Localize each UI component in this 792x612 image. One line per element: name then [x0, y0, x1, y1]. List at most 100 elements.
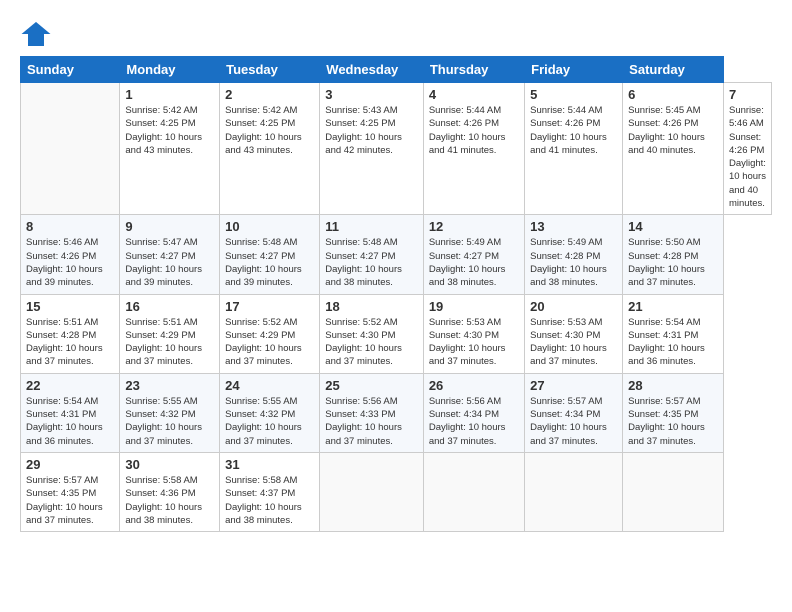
calendar-cell: [525, 452, 623, 531]
column-header-saturday: Saturday: [623, 57, 724, 83]
day-number: 4: [429, 87, 519, 102]
calendar-cell: 23 Sunrise: 5:55 AM Sunset: 4:32 PM Dayli…: [120, 373, 220, 452]
calendar-cell: 8Sunrise: 5:46 AM Sunset: 4:26 PM Daylig…: [21, 215, 120, 294]
column-header-thursday: Thursday: [423, 57, 524, 83]
day-number: 27: [530, 378, 617, 393]
calendar-week-row: 1 Sunrise: 5:42 AM Sunset: 4:25 PM Daylig…: [21, 83, 772, 215]
day-info: Sunrise: 5:54 AM Sunset: 4:31 PM Dayligh…: [26, 395, 114, 448]
day-number: 23: [125, 378, 214, 393]
day-info: Sunrise: 5:44 AM Sunset: 4:26 PM Dayligh…: [530, 104, 617, 157]
calendar-cell: [623, 452, 724, 531]
calendar-cell: 24 Sunrise: 5:55 AM Sunset: 4:32 PM Dayli…: [220, 373, 320, 452]
day-number: 19: [429, 299, 519, 314]
day-info: Sunrise: 5:44 AM Sunset: 4:26 PM Dayligh…: [429, 104, 519, 157]
day-number: 5: [530, 87, 617, 102]
day-number: 28: [628, 378, 718, 393]
day-info: Sunrise: 5:56 AM Sunset: 4:34 PM Dayligh…: [429, 395, 519, 448]
calendar-cell: 29 Sunrise: 5:57 AM Sunset: 4:35 PM Dayli…: [21, 452, 120, 531]
day-info: Sunrise: 5:42 AM Sunset: 4:25 PM Dayligh…: [225, 104, 314, 157]
calendar-cell: [320, 452, 424, 531]
column-header-wednesday: Wednesday: [320, 57, 424, 83]
calendar-cell: 17Sunrise: 5:52 AM Sunset: 4:29 PM Dayli…: [220, 294, 320, 373]
day-info: Sunrise: 5:53 AM Sunset: 4:30 PM Dayligh…: [429, 316, 519, 369]
calendar-cell: 31 Sunrise: 5:58 AM Sunset: 4:37 PM Dayli…: [220, 452, 320, 531]
calendar-cell: [423, 452, 524, 531]
day-number: 17: [225, 299, 314, 314]
day-info: Sunrise: 5:42 AM Sunset: 4:25 PM Dayligh…: [125, 104, 214, 157]
calendar-cell: 26 Sunrise: 5:56 AM Sunset: 4:34 PM Dayli…: [423, 373, 524, 452]
calendar-cell: 14Sunrise: 5:50 AM Sunset: 4:28 PM Dayli…: [623, 215, 724, 294]
day-info: Sunrise: 5:51 AM Sunset: 4:28 PM Dayligh…: [26, 316, 114, 369]
day-number: 22: [26, 378, 114, 393]
calendar-cell: 10Sunrise: 5:48 AM Sunset: 4:27 PM Dayli…: [220, 215, 320, 294]
day-info: Sunrise: 5:43 AM Sunset: 4:25 PM Dayligh…: [325, 104, 418, 157]
day-info: Sunrise: 5:55 AM Sunset: 4:32 PM Dayligh…: [225, 395, 314, 448]
day-info: Sunrise: 5:55 AM Sunset: 4:32 PM Dayligh…: [125, 395, 214, 448]
calendar-cell: 30 Sunrise: 5:58 AM Sunset: 4:36 PM Dayli…: [120, 452, 220, 531]
column-header-friday: Friday: [525, 57, 623, 83]
day-number: 3: [325, 87, 418, 102]
logo-icon: [20, 18, 52, 50]
day-info: Sunrise: 5:52 AM Sunset: 4:30 PM Dayligh…: [325, 316, 418, 369]
day-info: Sunrise: 5:58 AM Sunset: 4:37 PM Dayligh…: [225, 474, 314, 527]
day-info: Sunrise: 5:56 AM Sunset: 4:33 PM Dayligh…: [325, 395, 418, 448]
calendar-cell: 7 Sunrise: 5:46 AM Sunset: 4:26 PM Daylig…: [723, 83, 771, 215]
day-number: 12: [429, 219, 519, 234]
day-info: Sunrise: 5:46 AM Sunset: 4:26 PM Dayligh…: [729, 104, 766, 210]
day-number: 21: [628, 299, 718, 314]
day-number: 20: [530, 299, 617, 314]
day-info: Sunrise: 5:47 AM Sunset: 4:27 PM Dayligh…: [125, 236, 214, 289]
column-header-tuesday: Tuesday: [220, 57, 320, 83]
logo: [20, 18, 58, 50]
calendar-cell: 12 Sunrise: 5:49 AM Sunset: 4:27 PM Dayli…: [423, 215, 524, 294]
day-info: Sunrise: 5:50 AM Sunset: 4:28 PM Dayligh…: [628, 236, 718, 289]
calendar-cell: 9 Sunrise: 5:47 AM Sunset: 4:27 PM Daylig…: [120, 215, 220, 294]
day-number: 1: [125, 87, 214, 102]
day-info: Sunrise: 5:53 AM Sunset: 4:30 PM Dayligh…: [530, 316, 617, 369]
day-number: 11: [325, 219, 418, 234]
calendar-cell: 28 Sunrise: 5:57 AM Sunset: 4:35 PM Dayli…: [623, 373, 724, 452]
calendar-cell: 16Sunrise: 5:51 AM Sunset: 4:29 PM Dayli…: [120, 294, 220, 373]
day-number: 2: [225, 87, 314, 102]
day-number: 24: [225, 378, 314, 393]
day-info: Sunrise: 5:57 AM Sunset: 4:34 PM Dayligh…: [530, 395, 617, 448]
day-number: 29: [26, 457, 114, 472]
calendar-week-row: 15 Sunrise: 5:51 AM Sunset: 4:28 PM Dayli…: [21, 294, 772, 373]
calendar-cell: 21 Sunrise: 5:54 AM Sunset: 4:31 PM Dayli…: [623, 294, 724, 373]
calendar-cell: 11 Sunrise: 5:48 AM Sunset: 4:27 PM Dayli…: [320, 215, 424, 294]
day-number: 30: [125, 457, 214, 472]
day-info: Sunrise: 5:49 AM Sunset: 4:27 PM Dayligh…: [429, 236, 519, 289]
day-number: 25: [325, 378, 418, 393]
day-number: 13: [530, 219, 617, 234]
calendar-cell: 1 Sunrise: 5:42 AM Sunset: 4:25 PM Daylig…: [120, 83, 220, 215]
column-header-monday: Monday: [120, 57, 220, 83]
day-number: 8: [26, 219, 114, 234]
day-info: Sunrise: 5:45 AM Sunset: 4:26 PM Dayligh…: [628, 104, 718, 157]
day-number: 18: [325, 299, 418, 314]
day-number: 7: [729, 87, 766, 102]
day-number: 6: [628, 87, 718, 102]
calendar-cell: 27 Sunrise: 5:57 AM Sunset: 4:34 PM Dayli…: [525, 373, 623, 452]
day-number: 15: [26, 299, 114, 314]
day-info: Sunrise: 5:54 AM Sunset: 4:31 PM Dayligh…: [628, 316, 718, 369]
calendar-cell: 13Sunrise: 5:49 AM Sunset: 4:28 PM Dayli…: [525, 215, 623, 294]
calendar-cell: 5 Sunrise: 5:44 AM Sunset: 4:26 PM Daylig…: [525, 83, 623, 215]
calendar-week-row: 8Sunrise: 5:46 AM Sunset: 4:26 PM Daylig…: [21, 215, 772, 294]
day-info: Sunrise: 5:58 AM Sunset: 4:36 PM Dayligh…: [125, 474, 214, 527]
page-container: SundayMondayTuesdayWednesdayThursdayFrid…: [0, 0, 792, 542]
day-number: 26: [429, 378, 519, 393]
calendar-cell: 6 Sunrise: 5:45 AM Sunset: 4:26 PM Daylig…: [623, 83, 724, 215]
calendar-cell: 20 Sunrise: 5:53 AM Sunset: 4:30 PM Dayli…: [525, 294, 623, 373]
day-info: Sunrise: 5:57 AM Sunset: 4:35 PM Dayligh…: [26, 474, 114, 527]
calendar-week-row: 22 Sunrise: 5:54 AM Sunset: 4:31 PM Dayli…: [21, 373, 772, 452]
calendar-table: SundayMondayTuesdayWednesdayThursdayFrid…: [20, 56, 772, 532]
day-number: 9: [125, 219, 214, 234]
calendar-cell: 19 Sunrise: 5:53 AM Sunset: 4:30 PM Dayli…: [423, 294, 524, 373]
day-info: Sunrise: 5:48 AM Sunset: 4:27 PM Dayligh…: [325, 236, 418, 289]
day-info: Sunrise: 5:57 AM Sunset: 4:35 PM Dayligh…: [628, 395, 718, 448]
day-number: 31: [225, 457, 314, 472]
calendar-cell: 25 Sunrise: 5:56 AM Sunset: 4:33 PM Dayli…: [320, 373, 424, 452]
day-number: 10: [225, 219, 314, 234]
calendar-cell: [21, 83, 120, 215]
header: [20, 18, 772, 50]
